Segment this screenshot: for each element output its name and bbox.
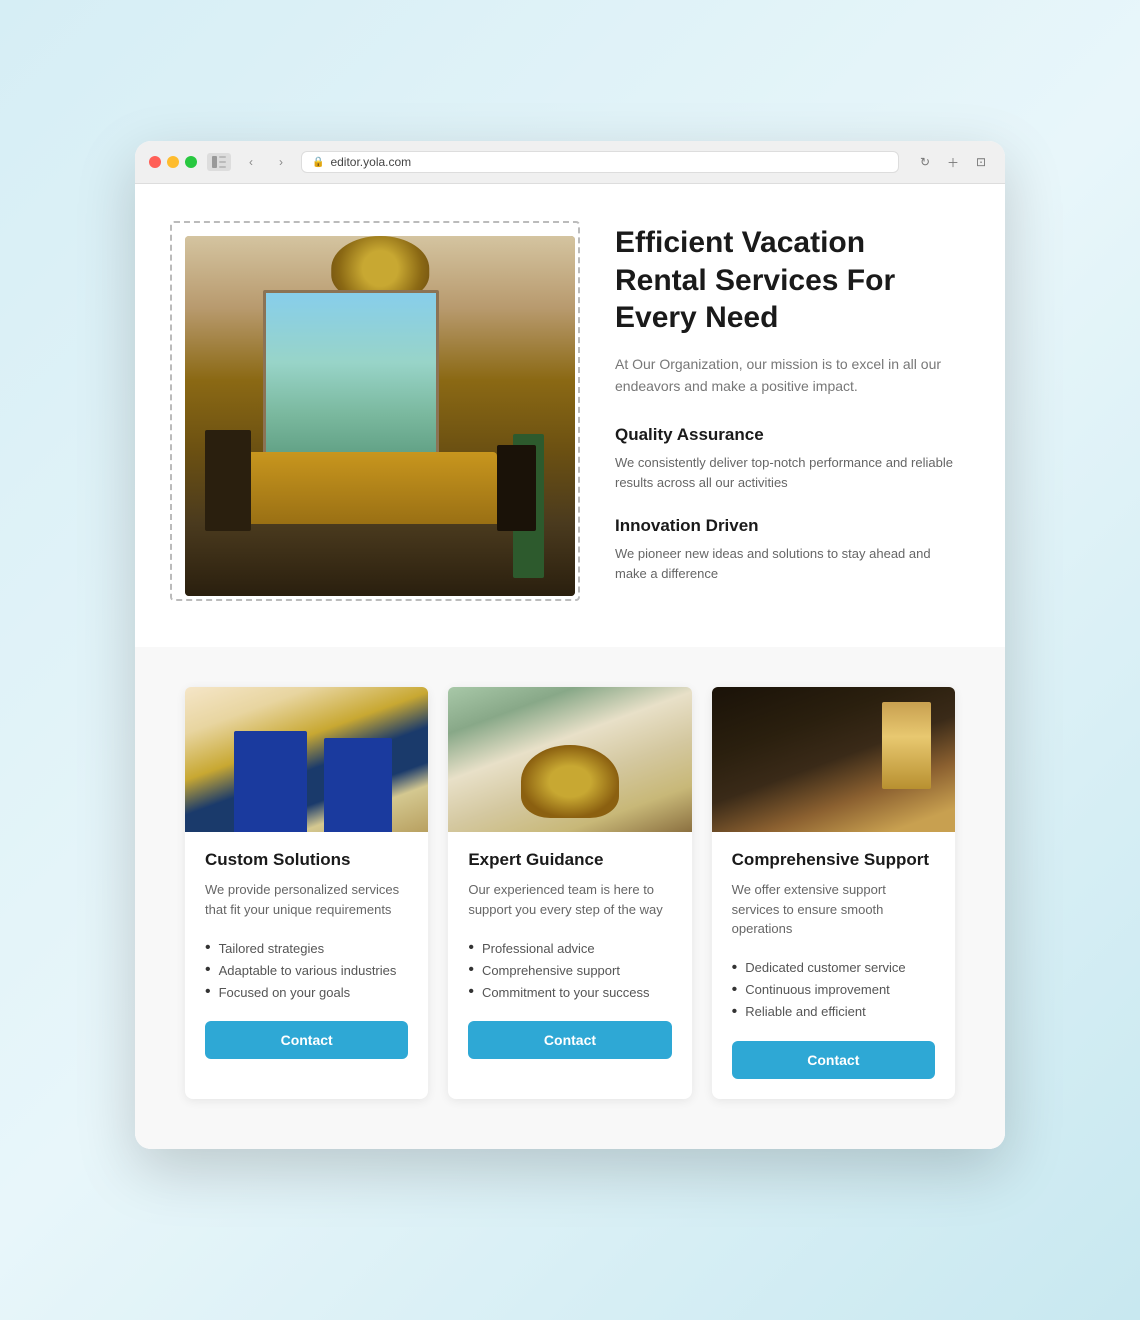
scene-window [263,290,439,470]
browser-window: ‹ › 🔒 editor.yola.com ↻ ＋ ⊡ [135,141,1005,1149]
back-button[interactable]: ‹ [241,153,261,171]
card-title-3: Comprehensive Support [732,850,935,870]
hero-title: Efficient Vacation Rental Services For E… [615,224,955,337]
browser-chrome: ‹ › 🔒 editor.yola.com ↻ ＋ ⊡ [135,141,1005,184]
hero-image [185,236,575,596]
cards-section: Custom Solutions We provide personalized… [135,647,1005,1149]
list-item: Professional advice [468,937,671,959]
browser-actions: ↻ ＋ ⊡ [915,152,991,172]
scene-chair-right [497,445,536,531]
traffic-light-yellow[interactable] [167,156,179,168]
list-item: Commitment to your success [468,981,671,1003]
hero-image-container [185,236,575,596]
contact-button-2[interactable]: Contact [468,1021,671,1059]
traffic-lights [149,156,197,168]
cards-grid: Custom Solutions We provide personalized… [185,687,955,1099]
scene-table [224,452,497,524]
traffic-light-green[interactable] [185,156,197,168]
card-body-1: Custom Solutions We provide personalized… [185,832,428,1079]
list-item: Focused on your goals [205,981,408,1003]
list-item: Dedicated customer service [732,957,935,979]
address-bar[interactable]: 🔒 editor.yola.com [301,151,899,173]
page-content: Efficient Vacation Rental Services For E… [135,184,1005,1149]
feature-quality-title: Quality Assurance [615,425,955,445]
card-custom-solutions: Custom Solutions We provide personalized… [185,687,428,1099]
feature-quality: Quality Assurance We consistently delive… [615,425,955,492]
card-image-3 [712,687,955,832]
lock-icon: 🔒 [312,157,324,168]
feature-innovation: Innovation Driven We pioneer new ideas a… [615,516,955,583]
list-item: Comprehensive support [468,959,671,981]
card-list-2: Professional advice Comprehensive suppor… [468,937,671,1003]
extensions-icon[interactable]: ⊡ [971,152,991,172]
hero-subtitle: At Our Organization, our mission is to e… [615,353,955,398]
list-item: Reliable and efficient [732,1001,935,1023]
forward-button[interactable]: › [271,153,291,171]
sidebar-toggle-btn[interactable] [207,153,231,171]
feature-innovation-desc: We pioneer new ideas and solutions to st… [615,544,955,583]
card-image-2 [448,687,691,832]
refresh-icon[interactable]: ↻ [915,152,935,172]
list-item: Tailored strategies [205,937,408,959]
card-image-1 [185,687,428,832]
traffic-light-red[interactable] [149,156,161,168]
list-item: Continuous improvement [732,979,935,1001]
card-desc-2: Our experienced team is here to support … [468,880,671,919]
contact-button-1[interactable]: Contact [205,1021,408,1059]
card-title-1: Custom Solutions [205,850,408,870]
card-body-2: Expert Guidance Our experienced team is … [448,832,691,1079]
card-desc-1: We provide personalized services that fi… [205,880,408,919]
card-comprehensive-support: Comprehensive Support We offer extensive… [712,687,955,1099]
scene-chairs-left [205,430,252,531]
hero-text: Efficient Vacation Rental Services For E… [615,224,955,607]
card-desc-3: We offer extensive support services to e… [732,880,935,939]
feature-quality-desc: We consistently deliver top-notch perfor… [615,453,955,492]
hero-section: Efficient Vacation Rental Services For E… [135,184,1005,647]
feature-innovation-title: Innovation Driven [615,516,955,536]
url-text: editor.yola.com [330,155,411,169]
card-body-3: Comprehensive Support We offer extensive… [712,832,955,1099]
card-title-2: Expert Guidance [468,850,671,870]
hero-image-scene [185,236,575,596]
card-list-3: Dedicated customer service Continuous im… [732,957,935,1023]
card-expert-guidance: Expert Guidance Our experienced team is … [448,687,691,1099]
list-item: Adaptable to various industries [205,959,408,981]
contact-button-3[interactable]: Contact [732,1041,935,1079]
card-list-1: Tailored strategies Adaptable to various… [205,937,408,1003]
add-tab-icon[interactable]: ＋ [943,152,963,172]
